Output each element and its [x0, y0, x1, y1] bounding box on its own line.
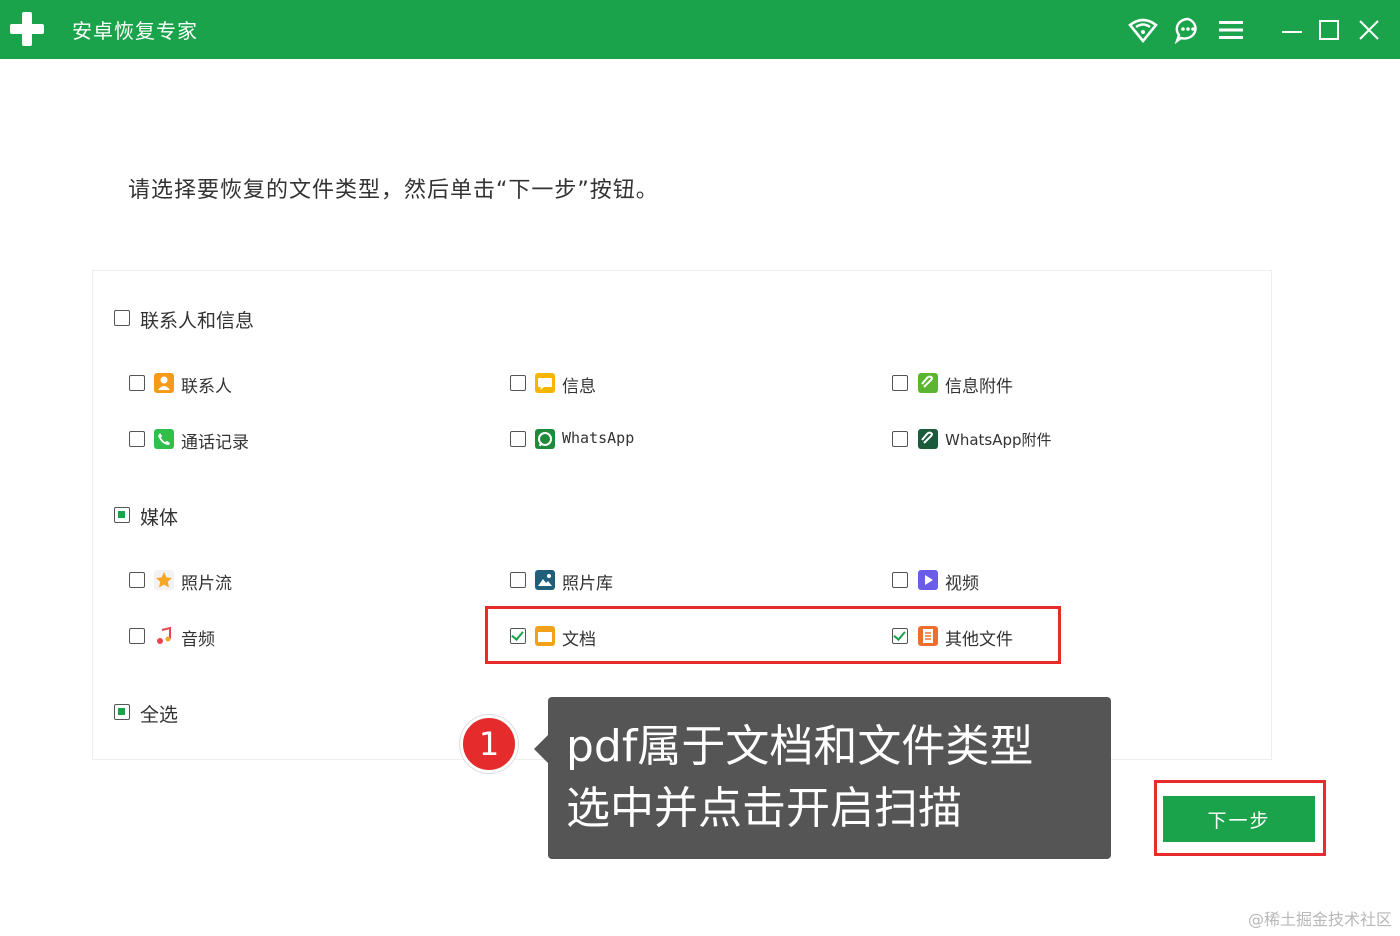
checkbox-photo-library[interactable] [510, 572, 526, 588]
item-label-video: 视频 [945, 574, 979, 594]
file-type-panel [92, 270, 1272, 760]
audio-icon [154, 626, 174, 646]
instruction-text: 请选择要恢复的文件类型，然后单击“下一步”按钮。 [128, 178, 659, 203]
group-label-contacts-messages: 联系人和信息 [140, 310, 255, 332]
item-label-message-attachments: 信息附件 [945, 377, 1013, 397]
checkbox-video[interactable] [892, 572, 908, 588]
message-icon [535, 373, 555, 393]
app-title: 安卓恢复专家 [72, 19, 198, 43]
checkbox-media-group[interactable] [114, 507, 130, 523]
whatsapp-icon [535, 429, 555, 449]
chat-icon[interactable] [1172, 14, 1204, 46]
item-label-contacts: 联系人 [181, 377, 232, 397]
minimize-icon[interactable] [1276, 14, 1308, 46]
photo-stream-icon [154, 570, 174, 590]
label-select-all: 全选 [140, 704, 179, 726]
checkbox-whatsapp-attachments[interactable] [892, 431, 908, 447]
step-number-badge: 1 [460, 715, 518, 773]
wifi-icon[interactable] [1127, 14, 1159, 46]
next-button[interactable]: 下一步 [1163, 796, 1315, 842]
attachment-icon [918, 373, 938, 393]
photo-library-icon [535, 570, 555, 590]
checkbox-contacts[interactable] [129, 375, 145, 391]
item-label-photo-library: 照片库 [562, 574, 613, 594]
checkbox-whatsapp[interactable] [510, 431, 526, 447]
video-icon [918, 570, 938, 590]
item-label-messages: 信息 [562, 377, 596, 397]
checkbox-contacts-messages-group[interactable] [114, 310, 130, 326]
checkbox-photo-stream[interactable] [129, 572, 145, 588]
checkbox-select-all[interactable] [114, 704, 130, 720]
callout-line-2: 选中并点击开启扫描 [566, 783, 962, 834]
checkbox-messages[interactable] [510, 375, 526, 391]
checkbox-call-log[interactable] [129, 431, 145, 447]
watermark: @稀土掘金技术社区 [1247, 910, 1392, 929]
app-logo-icon [10, 12, 44, 46]
checkbox-message-attachments[interactable] [892, 375, 908, 391]
close-icon[interactable] [1353, 14, 1385, 46]
item-label-photo-stream: 照片流 [181, 574, 232, 594]
menu-icon[interactable] [1215, 14, 1247, 46]
title-bar: 安卓恢复专家 [0, 0, 1400, 59]
phone-icon [154, 429, 174, 449]
item-label-audio: 音频 [181, 630, 215, 650]
annotation-callout: pdf属于文档和文件类型 选中并点击开启扫描 [534, 697, 1111, 859]
contact-icon [154, 373, 174, 393]
callout-line-1: pdf属于文档和文件类型 [566, 721, 1034, 772]
item-label-call-log: 通话记录 [181, 433, 249, 453]
checkbox-audio[interactable] [129, 628, 145, 644]
item-label-whatsapp: WhatsApp [562, 429, 635, 447]
whatsapp-attachment-icon [918, 429, 938, 449]
annotation-highlight-box [485, 606, 1061, 664]
maximize-icon[interactable] [1313, 14, 1345, 46]
group-label-media: 媒体 [140, 507, 179, 529]
item-label-whatsapp-attachments: WhatsApp附件 [945, 431, 1052, 449]
